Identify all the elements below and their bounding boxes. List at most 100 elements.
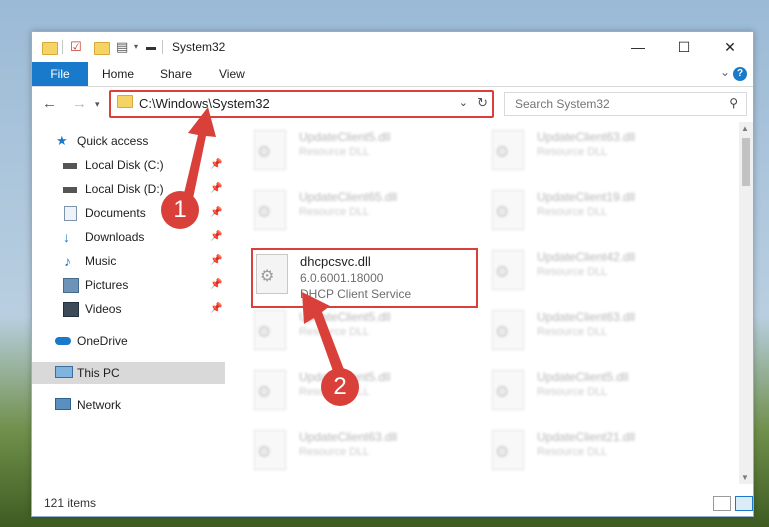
gear-icon: ⚙	[495, 144, 510, 161]
file-item[interactable]: ⚙ UpdateClient63.dll Resource DLL	[483, 306, 703, 358]
refresh-icon[interactable]: ↻	[477, 95, 488, 111]
pin-icon[interactable]: 📌	[210, 298, 222, 320]
sidebar-item-label: Videos	[85, 302, 122, 316]
gear-icon: ⚙	[257, 144, 272, 161]
file-item[interactable]: ⚙ UpdateClient5.dll Resource DLL	[483, 366, 703, 418]
sidebar-item-label: Downloads	[85, 230, 145, 244]
file-version: 6.0.6001.18000	[300, 271, 384, 285]
explorer-window: ☑ ▤ ▾ ▬ System32 — ☐ ✕ File Home Share V…	[31, 31, 754, 517]
expand-ribbon-icon[interactable]: ⌄	[720, 65, 730, 79]
pin-icon[interactable]: 📌	[210, 274, 222, 296]
file-description: Resource DLL	[537, 206, 608, 218]
sidebar-item-this-pc[interactable]: This PC	[32, 362, 225, 384]
file-name: UpdateClient42.dll	[537, 250, 636, 264]
gear-icon: ⚙	[257, 384, 272, 401]
folder-icon	[117, 95, 133, 108]
ribbon-tabs: File Home Share View ⌄ ?	[32, 62, 753, 87]
file-item[interactable]: ⚙ UpdateClient5.dll Resource DLL	[245, 126, 465, 178]
cloud-icon	[55, 337, 71, 345]
sidebar-item-pictures[interactable]: Pictures 📌	[32, 274, 227, 296]
tab-file[interactable]: File	[32, 62, 88, 86]
recent-locations-icon[interactable]: ▾	[95, 99, 100, 110]
gear-icon: ⚙	[495, 444, 510, 461]
chevron-down-icon[interactable]: ⌄	[459, 96, 468, 109]
file-item[interactable]: ⚙ UpdateClient21.dll Resource DLL	[483, 426, 703, 478]
gear-icon: ⚙	[257, 324, 272, 341]
gear-icon: ⚙	[495, 384, 510, 401]
file-item[interactable]: ⚙ UpdateClient42.dll Resource DLL	[483, 246, 703, 298]
gear-icon: ⚙	[257, 444, 272, 461]
navigation-bar: ← → ▾ ↑ C:\Windows\System32 ⌄ ↻ ⚲	[32, 87, 753, 119]
new-folder-icon[interactable]	[94, 39, 110, 55]
minimize-button[interactable]: —	[615, 32, 661, 62]
sidebar-item-videos[interactable]: Videos 📌	[32, 298, 227, 320]
maximize-button[interactable]: ☐	[661, 32, 707, 62]
file-description: Resource DLL	[299, 146, 370, 158]
gear-icon: ⚙	[495, 264, 510, 281]
file-description: Resource DLL	[537, 326, 608, 338]
annotation-badge-1: 1	[161, 191, 199, 229]
sidebar-item-music[interactable]: ♪ Music 📌	[32, 250, 227, 272]
pin-icon[interactable]: 📌	[210, 250, 222, 272]
search-input[interactable]	[513, 93, 717, 115]
file-description: Resource DLL	[537, 446, 608, 458]
gear-icon: ⚙	[495, 204, 510, 221]
file-description: Resource DLL	[537, 266, 608, 278]
vertical-scrollbar[interactable]: ▲ ▼	[739, 122, 753, 484]
properties-icon[interactable]: ☑	[70, 39, 86, 55]
file-name: UpdateClient19.dll	[537, 190, 636, 204]
file-name: UpdateClient65.dll	[299, 190, 398, 204]
tab-share[interactable]: Share	[160, 62, 192, 86]
file-item[interactable]: ⚙ UpdateClient63.dll Resource DLL	[245, 426, 465, 478]
divider	[62, 40, 63, 54]
help-icon[interactable]: ?	[733, 67, 747, 81]
drive-icon	[63, 187, 77, 193]
file-description: Resource DLL	[299, 446, 370, 458]
file-name: UpdateClient63.dll	[537, 310, 636, 324]
sidebar-item-downloads[interactable]: ↓ Downloads 📌	[32, 226, 227, 248]
customize-quick-access-icon[interactable]: ▤	[116, 39, 132, 55]
file-item[interactable]: ⚙ UpdateClient19.dll Resource DLL	[483, 186, 703, 238]
file-name: dhcpcsvc.dll	[300, 254, 371, 269]
tab-view[interactable]: View	[219, 62, 245, 86]
gear-icon: ⚙	[495, 324, 510, 341]
scroll-up-icon[interactable]: ▲	[741, 124, 749, 133]
title-bar: ☑ ▤ ▾ ▬ System32 — ☐ ✕	[32, 32, 753, 62]
scrollbar-thumb[interactable]	[742, 138, 750, 186]
tab-home[interactable]: Home	[102, 62, 134, 86]
sidebar-item-label: Pictures	[85, 278, 129, 292]
computer-icon	[55, 366, 73, 378]
pictures-icon	[63, 278, 79, 293]
details-view-icon[interactable]	[713, 496, 731, 511]
back-arrow-icon[interactable]: ←	[42, 95, 57, 112]
download-icon: ↓	[63, 229, 70, 245]
window-title: System32	[172, 40, 226, 54]
sidebar-item-label: This PC	[77, 366, 120, 380]
search-icon[interactable]: ⚲	[729, 96, 738, 110]
item-count: 121 items	[44, 496, 97, 510]
file-item[interactable]: ⚙ UpdateClient65.dll Resource DLL	[245, 186, 465, 238]
quick-access-dropdown-icon[interactable]: ▬	[146, 42, 162, 58]
file-name: UpdateClient5.dll	[299, 130, 391, 144]
sidebar-item-onedrive[interactable]: OneDrive	[32, 330, 227, 352]
file-description: Resource DLL	[299, 206, 370, 218]
file-name: UpdateClient63.dll	[537, 130, 636, 144]
file-description: Resource DLL	[537, 146, 608, 158]
annotation-badge-2: 2	[321, 368, 359, 406]
sidebar-item-network[interactable]: Network	[32, 394, 227, 416]
sidebar-item-label: OneDrive	[77, 334, 128, 348]
search-box[interactable]: ⚲	[504, 92, 747, 116]
file-name: UpdateClient21.dll	[537, 430, 636, 444]
file-name: UpdateClient5.dll	[537, 370, 629, 384]
sidebar-item-label: Documents	[85, 206, 146, 220]
drive-icon	[63, 163, 77, 169]
pin-icon[interactable]: 📌	[210, 226, 222, 248]
scroll-down-icon[interactable]: ▼	[741, 473, 749, 482]
file-description: Resource DLL	[537, 386, 608, 398]
close-button[interactable]: ✕	[707, 32, 753, 62]
gear-icon: ⚙	[260, 268, 275, 285]
sidebar-item-label: Quick access	[77, 134, 149, 148]
forward-arrow-icon[interactable]: →	[72, 95, 87, 112]
large-icons-view-icon[interactable]	[735, 496, 753, 511]
file-item[interactable]: ⚙ UpdateClient63.dll Resource DLL	[483, 126, 703, 178]
